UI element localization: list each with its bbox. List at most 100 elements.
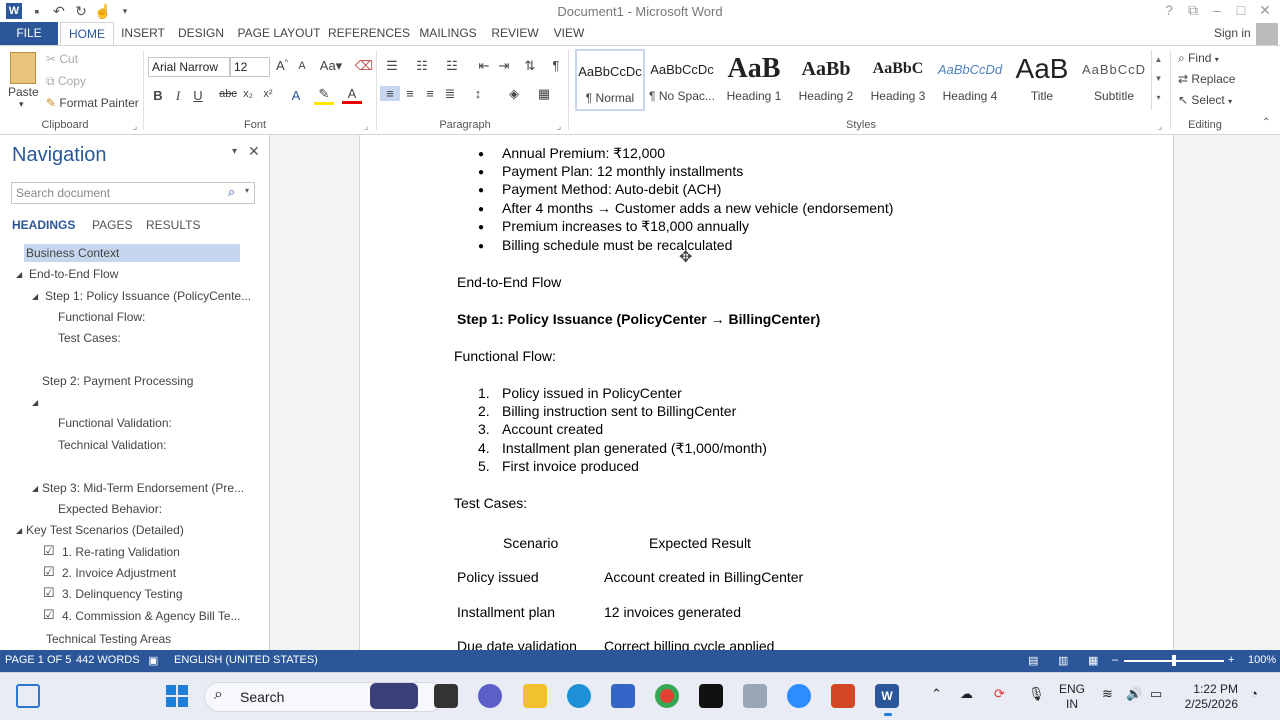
close-icon[interactable]: ✕ xyxy=(1252,2,1278,19)
notifications-icon[interactable]: ◔ xyxy=(1250,686,1258,701)
snipping-tool-icon[interactable] xyxy=(743,684,767,708)
language-status[interactable]: ENGLISH (UNITED STATES) xyxy=(174,654,318,666)
chrome-icon[interactable] xyxy=(655,684,679,708)
collapse-triangle-icon[interactable]: ◢ xyxy=(16,270,22,279)
start-icon[interactable] xyxy=(166,685,188,707)
font-size-box[interactable]: 12 xyxy=(230,57,270,77)
shading-icon[interactable]: ◈ xyxy=(504,86,524,102)
tab-page-layout[interactable]: PAGE LAYOUT xyxy=(232,22,326,45)
zoom-level[interactable]: 100% xyxy=(1248,654,1276,666)
clipboard-launcher-icon[interactable]: ⌟ xyxy=(133,121,137,132)
highlight-icon[interactable]: ✎ xyxy=(314,86,334,105)
replace-button[interactable]: ⇄ Replace xyxy=(1178,72,1235,86)
sort-icon[interactable]: ⇅ xyxy=(520,58,540,74)
cut-button[interactable]: ✂ Cut xyxy=(46,52,78,66)
nav-heading-step-1[interactable]: Step 1: Policy Issuance (PolicyCente... xyxy=(45,287,251,305)
bold-icon[interactable]: B xyxy=(148,88,168,103)
shrink-font-icon[interactable]: A xyxy=(292,60,312,72)
touch-mode-icon[interactable]: ☝ xyxy=(92,3,114,20)
nav-close-icon[interactable]: ✕ xyxy=(248,143,260,160)
format-painter-button[interactable]: ✎ Format Painter xyxy=(46,96,139,110)
tab-review[interactable]: REVIEW xyxy=(486,22,544,45)
nav-heading-step-3[interactable]: Step 3: Mid-Term Endorsement (Pre... xyxy=(42,479,244,497)
find-button[interactable]: ⌕ Find ▾ xyxy=(1178,51,1219,66)
nav-heading-technical-validation[interactable]: Technical Validation: xyxy=(58,436,167,454)
tab-mailings[interactable]: MAILINGS xyxy=(414,22,482,45)
sign-in-link[interactable]: Sign in xyxy=(1214,26,1251,40)
file-explorer-icon[interactable] xyxy=(523,684,547,708)
word-taskbar-icon[interactable]: W xyxy=(875,684,899,708)
checkbox-icon[interactable]: ☑ xyxy=(43,607,55,623)
superscript-icon[interactable]: x² xyxy=(258,88,278,100)
page-count[interactable]: PAGE 1 OF 5 xyxy=(5,654,71,666)
nav-heading-business-context[interactable]: Business Context xyxy=(24,244,240,262)
nav-heading-invoice-adjustment[interactable]: 2. Invoice Adjustment xyxy=(62,564,176,582)
chevron-up-icon[interactable]: ⌃ xyxy=(931,686,942,702)
styles-scroll[interactable]: ▲ ▼ ▾ xyxy=(1151,50,1165,110)
italic-icon[interactable]: I xyxy=(168,88,188,104)
maximize-icon[interactable]: □ xyxy=(1228,2,1254,18)
zoom-out-icon[interactable]: – xyxy=(1112,654,1118,666)
customize-qat-icon[interactable]: ▾ xyxy=(114,6,136,17)
redo-icon[interactable]: ↻ xyxy=(70,3,92,20)
widgets-icon[interactable] xyxy=(16,684,40,708)
edge-icon[interactable] xyxy=(567,684,591,708)
web-layout-icon[interactable]: ▦ xyxy=(1088,654,1098,667)
grow-font-icon[interactable]: A^ xyxy=(272,58,292,73)
strikethrough-icon[interactable]: abc xyxy=(218,88,238,100)
paragraph-launcher-icon[interactable]: ⌟ xyxy=(557,121,561,132)
help-icon[interactable]: ? xyxy=(1156,2,1182,18)
text-effects-icon[interactable]: A xyxy=(286,88,306,103)
nav-heading-functional-flow[interactable]: Functional Flow: xyxy=(58,308,145,326)
nav-heading-key-test-scenarios[interactable]: Key Test Scenarios (Detailed) xyxy=(26,521,184,539)
cloud-icon[interactable]: ☁ xyxy=(960,686,973,702)
style-heading-1[interactable]: AaB Heading 1 xyxy=(719,49,789,111)
clear-formatting-icon[interactable]: ⌫ xyxy=(354,58,374,74)
nav-heading-expected-behavior[interactable]: Expected Behavior: xyxy=(58,500,162,518)
collapse-ribbon-icon[interactable]: ⌃ xyxy=(1262,117,1270,128)
read-mode-icon[interactable]: ▤ xyxy=(1028,654,1038,667)
tab-view[interactable]: VIEW xyxy=(546,22,592,45)
tab-home[interactable]: HOME xyxy=(60,22,114,45)
style-title[interactable]: AaB Title xyxy=(1007,49,1077,111)
style-heading-2[interactable]: AaBb Heading 2 xyxy=(791,49,861,111)
nav-heading-commission[interactable]: 4. Commission & Agency Bill Te... xyxy=(62,607,241,625)
style-subtitle[interactable]: AaBbCcD Subtitle xyxy=(1079,49,1149,111)
style-heading-3[interactable]: AaBbC Heading 3 xyxy=(863,49,933,111)
print-layout-icon[interactable]: ▥ xyxy=(1058,654,1068,667)
clock[interactable]: 1:22 PM 2/25/2026 xyxy=(1180,682,1238,712)
wifi-icon[interactable]: ≋ xyxy=(1102,686,1113,702)
sync-icon[interactable]: ⟳ xyxy=(994,686,1005,702)
show-formatting-icon[interactable]: ¶ xyxy=(546,58,566,73)
collapse-triangle-icon[interactable]: ◢ xyxy=(32,484,38,493)
avatar[interactable] xyxy=(1256,23,1278,45)
collapse-triangle-icon[interactable]: ◢ xyxy=(32,292,38,301)
chat-icon[interactable] xyxy=(478,684,502,708)
nav-tab-results[interactable]: RESULTS xyxy=(146,218,200,232)
numbering-icon[interactable]: ☷ xyxy=(412,58,432,74)
collapse-triangle-icon[interactable]: ◢ xyxy=(32,398,38,407)
tab-insert[interactable]: INSERT xyxy=(116,22,170,45)
font-color-icon[interactable]: A xyxy=(342,86,362,104)
styles-launcher-icon[interactable]: ⌟ xyxy=(1158,121,1162,132)
bullets-icon[interactable]: ☰ xyxy=(382,58,402,74)
nav-heading-end-to-end-flow[interactable]: End-to-End Flow xyxy=(29,265,118,283)
collapse-triangle-icon[interactable]: ◢ xyxy=(16,526,22,535)
style-heading-4[interactable]: AaBbCcDd Heading 4 xyxy=(935,49,1005,111)
microphone-icon[interactable]: 🎙 xyxy=(1028,686,1045,702)
zoom-app-icon[interactable] xyxy=(787,684,811,708)
copy-button[interactable]: ⧉ Copy xyxy=(46,74,86,89)
paste-dropdown-icon[interactable]: ▾ xyxy=(19,99,24,110)
justify-icon[interactable]: ≣ xyxy=(440,86,460,102)
align-left-icon[interactable]: ≡ xyxy=(380,86,400,101)
nav-tab-pages[interactable]: PAGES xyxy=(92,218,132,232)
paste-button[interactable]: Paste xyxy=(8,85,39,99)
select-button[interactable]: ↖ Select ▾ xyxy=(1178,93,1232,107)
search-dropdown-icon[interactable]: ▾ xyxy=(245,186,249,195)
align-right-icon[interactable]: ≡ xyxy=(420,86,440,101)
store-icon[interactable] xyxy=(611,684,635,708)
nav-heading-test-cases[interactable]: Test Cases: xyxy=(58,329,121,347)
style-no-spacing[interactable]: AaBbCcDc ¶ No Spac... xyxy=(647,49,717,111)
nav-heading-technical-testing[interactable]: Technical Testing Areas xyxy=(46,630,171,648)
decrease-indent-icon[interactable]: ⇤ xyxy=(474,58,494,74)
